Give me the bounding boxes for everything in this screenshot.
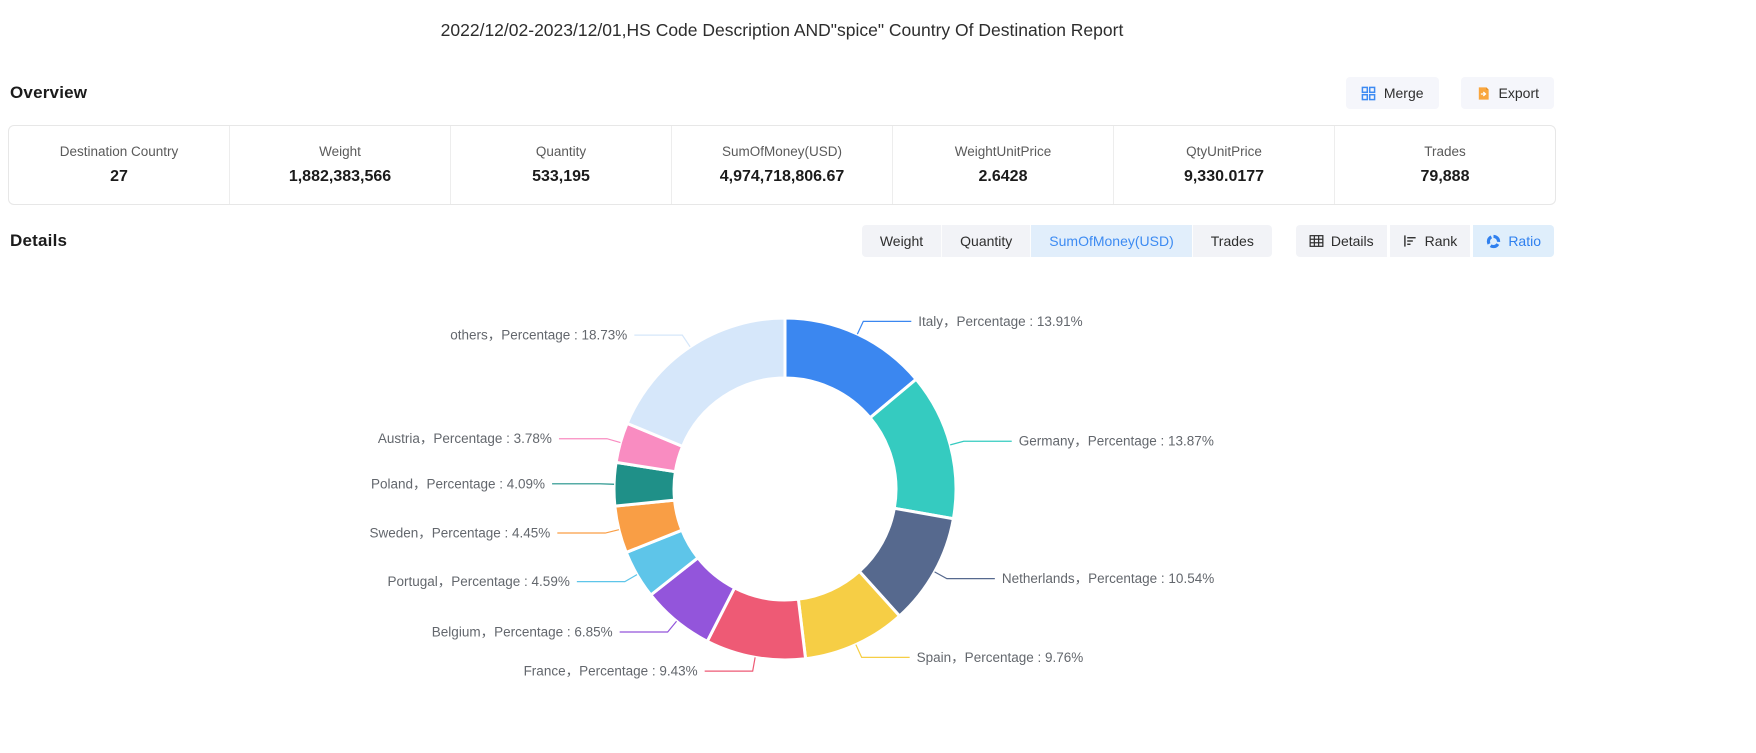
stat-value: 2.6428 [979, 168, 1028, 186]
slice-label-austria: Austria，Percentage : 3.78% [378, 431, 552, 446]
page-title: 2022/12/02-2023/12/01,HS Code Descriptio… [8, 0, 1556, 41]
slice-label-germany: Germany，Percentage : 13.87% [1019, 434, 1214, 449]
metric-tab-weight[interactable]: Weight [862, 225, 941, 257]
slice-label-italy: Italy，Percentage : 13.91% [918, 314, 1082, 329]
label-line-germany [950, 441, 1012, 445]
view-tab-label: Details [1331, 233, 1374, 249]
slice-label-portugal: Portugal，Percentage : 4.59% [387, 574, 569, 589]
overview-stats-bar: Destination Country 27 Weight 1,882,383,566… [8, 125, 1556, 205]
view-tab-ratio[interactable]: Ratio [1473, 225, 1554, 257]
stat-cell-weightunitprice: WeightUnitPrice 2.6428 [892, 126, 1113, 204]
view-tab-details[interactable]: Details [1296, 225, 1387, 257]
stat-value: 533,195 [532, 168, 590, 186]
destination-ratio-donut-chart: Italy，Percentage : 13.91% Germany，Percent… [8, 257, 1564, 753]
stat-cell-weight: Weight 1,882,383,566 [229, 126, 450, 204]
report-page: 2022/12/02-2023/12/01,HS Code Descriptio… [0, 0, 1564, 753]
export-button[interactable]: Export [1461, 77, 1554, 109]
stat-label: WeightUnitPrice [955, 144, 1052, 159]
merge-icon [1361, 86, 1376, 101]
slice-label-france: France，Percentage : 9.43% [524, 664, 698, 679]
stat-cell-destination-country: Destination Country 27 [9, 126, 229, 204]
stat-label: QtyUnitPrice [1186, 144, 1262, 159]
view-tab-label: Ratio [1508, 233, 1541, 249]
merge-button-label: Merge [1384, 85, 1424, 101]
stat-value: 27 [110, 168, 128, 186]
donut-icon [1486, 234, 1501, 249]
stat-value: 4,974,718,806.67 [720, 168, 845, 186]
label-line-spain [856, 645, 910, 658]
rank-icon [1403, 234, 1418, 248]
stat-value: 79,888 [1421, 168, 1470, 186]
label-line-portugal [577, 575, 637, 582]
table-icon [1309, 234, 1324, 248]
view-tab-label: Rank [1425, 233, 1458, 249]
metric-tabs: WeightQuantitySumOfMoney(USD)Trades [862, 225, 1272, 257]
label-line-italy [857, 321, 911, 334]
metric-tab-trades[interactable]: Trades [1192, 225, 1272, 257]
label-line-belgium [620, 621, 677, 632]
stat-label: Weight [319, 144, 361, 159]
slice-label-belgium: Belgium，Percentage : 6.85% [432, 625, 613, 640]
view-mode-tabs: Details Rank Ratio [1296, 225, 1554, 257]
stat-cell-sumofmoney-usd-: SumOfMoney(USD) 4,974,718,806.67 [671, 126, 892, 204]
stat-value: 9,330.0177 [1184, 168, 1264, 186]
merge-button[interactable]: Merge [1346, 77, 1439, 109]
export-file-icon [1476, 86, 1491, 101]
toolbar: Merge Export [1346, 77, 1554, 109]
pie-slice-others[interactable] [627, 318, 785, 446]
stat-cell-quantity: Quantity 533,195 [450, 126, 671, 204]
stat-value: 1,882,383,566 [289, 168, 391, 186]
stat-label: Quantity [536, 144, 586, 159]
view-tab-rank[interactable]: Rank [1390, 225, 1471, 257]
slice-label-netherlands: Netherlands，Percentage : 10.54% [1002, 571, 1214, 586]
stat-label: Trades [1424, 144, 1466, 159]
label-line-sweden [557, 530, 619, 533]
label-line-others [634, 335, 690, 347]
label-line-france [705, 657, 755, 671]
overview-heading: Overview [10, 83, 87, 103]
overview-header-row: Overview Merge [8, 77, 1556, 109]
slice-label-sweden: Sweden，Percentage : 4.45% [369, 526, 550, 541]
stat-label: Destination Country [60, 144, 179, 159]
slice-label-others: others，Percentage : 18.73% [450, 328, 627, 343]
label-line-netherlands [935, 572, 995, 579]
stat-label: SumOfMoney(USD) [722, 144, 842, 159]
stat-cell-trades: Trades 79,888 [1334, 126, 1555, 204]
export-button-label: Export [1499, 85, 1539, 101]
details-heading: Details [10, 231, 67, 251]
stat-cell-qtyunitprice: QtyUnitPrice 9,330.0177 [1113, 126, 1334, 204]
slice-label-poland: Poland，Percentage : 4.09% [371, 476, 545, 491]
details-header-row: Details WeightQuantitySumOfMoney(USD)Tra… [8, 225, 1556, 257]
label-line-austria [559, 439, 620, 443]
metric-tab-quantity[interactable]: Quantity [941, 225, 1030, 257]
metric-tab-sumofmoney-usd-[interactable]: SumOfMoney(USD) [1030, 225, 1191, 257]
details-controls: WeightQuantitySumOfMoney(USD)Trades Deta… [862, 225, 1554, 257]
slice-label-spain: Spain，Percentage : 9.76% [917, 650, 1084, 665]
